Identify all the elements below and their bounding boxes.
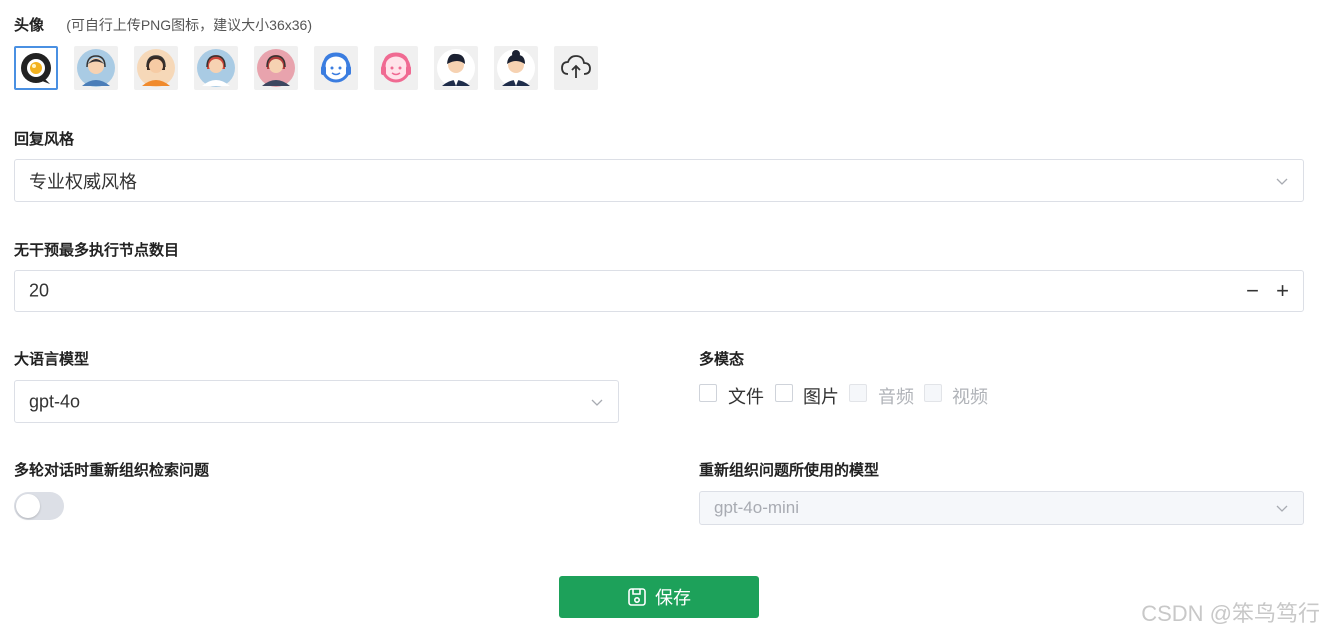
chevron-down-icon	[591, 399, 603, 406]
chevron-down-icon	[1276, 178, 1288, 185]
decrement-button[interactable]: −	[1246, 278, 1259, 304]
chevron-down-icon	[1276, 505, 1288, 512]
avatar-hint: (可自行上传PNG图标，建议大小36x36)	[66, 17, 312, 33]
image-checkbox-label: 图片	[803, 387, 839, 407]
avatar-option-2[interactable]	[74, 46, 118, 90]
agent-male-headset-icon	[77, 49, 115, 87]
rewrite-toggle[interactable]	[14, 492, 64, 520]
save-button[interactable]: 保存	[559, 576, 759, 618]
agent-blue-headset-icon	[321, 52, 351, 83]
avatar-option-1[interactable]	[14, 46, 58, 90]
llm-label: 大语言模型	[14, 351, 90, 368]
agent-female-redhair-icon	[197, 49, 235, 87]
rewrite-model-value: gpt-4o-mini	[714, 498, 800, 517]
avatar-option-3[interactable]	[134, 46, 178, 90]
agent-female-pink-icon	[257, 49, 295, 87]
llm-value: gpt-4o	[29, 391, 81, 411]
max-nodes-label: 无干预最多执行节点数目	[14, 242, 180, 259]
avatar-option-7[interactable]	[374, 46, 418, 90]
audio-checkbox	[849, 384, 867, 402]
max-nodes-value: 20	[29, 280, 50, 301]
avatar-option-9[interactable]	[494, 46, 538, 90]
video-checkbox	[924, 384, 942, 402]
save-button-label: 保存	[655, 588, 691, 608]
rewrite-model-label: 重新组织问题所使用的模型	[699, 462, 880, 479]
save-icon	[628, 588, 646, 606]
agent-female-suit-icon	[497, 49, 535, 87]
watermark: CSDN @笨鸟笃行	[1141, 601, 1320, 626]
cloud-upload-icon	[561, 55, 591, 78]
avatar-option-6[interactable]	[314, 46, 358, 90]
file-checkbox[interactable]	[699, 384, 717, 402]
avatar-label: 头像 (可自行上传PNG图标，建议大小36x36)	[14, 17, 312, 34]
image-checkbox[interactable]	[775, 384, 793, 402]
chat-bubble-logo-icon	[21, 53, 51, 84]
avatar-option-8[interactable]	[434, 46, 478, 90]
toggle-knob	[16, 494, 40, 518]
rewrite-model-select: gpt-4o-mini	[699, 491, 1304, 525]
avatar-option-4[interactable]	[194, 46, 238, 90]
agent-female-headset-icon	[137, 49, 175, 87]
audio-checkbox-label: 音频	[878, 387, 914, 407]
agent-pink-headset-icon	[381, 52, 411, 83]
max-nodes-input[interactable]: 20 − +	[14, 270, 1304, 312]
reply-style-value: 专业权威风格	[29, 171, 137, 192]
reply-style-select[interactable]: 专业权威风格	[14, 159, 1304, 202]
file-checkbox-label: 文件	[728, 387, 764, 407]
upload-avatar-button[interactable]	[554, 46, 598, 90]
avatar-option-5[interactable]	[254, 46, 298, 90]
llm-select[interactable]: gpt-4o	[14, 380, 619, 423]
agent-male-suit-icon	[437, 49, 475, 87]
increment-button[interactable]: +	[1276, 278, 1289, 304]
reply-style-label: 回复风格	[14, 131, 75, 148]
rewrite-label: 多轮对话时重新组织检索问题	[14, 462, 210, 479]
multimodal-label: 多模态	[699, 351, 745, 368]
video-checkbox-label: 视频	[952, 387, 988, 407]
